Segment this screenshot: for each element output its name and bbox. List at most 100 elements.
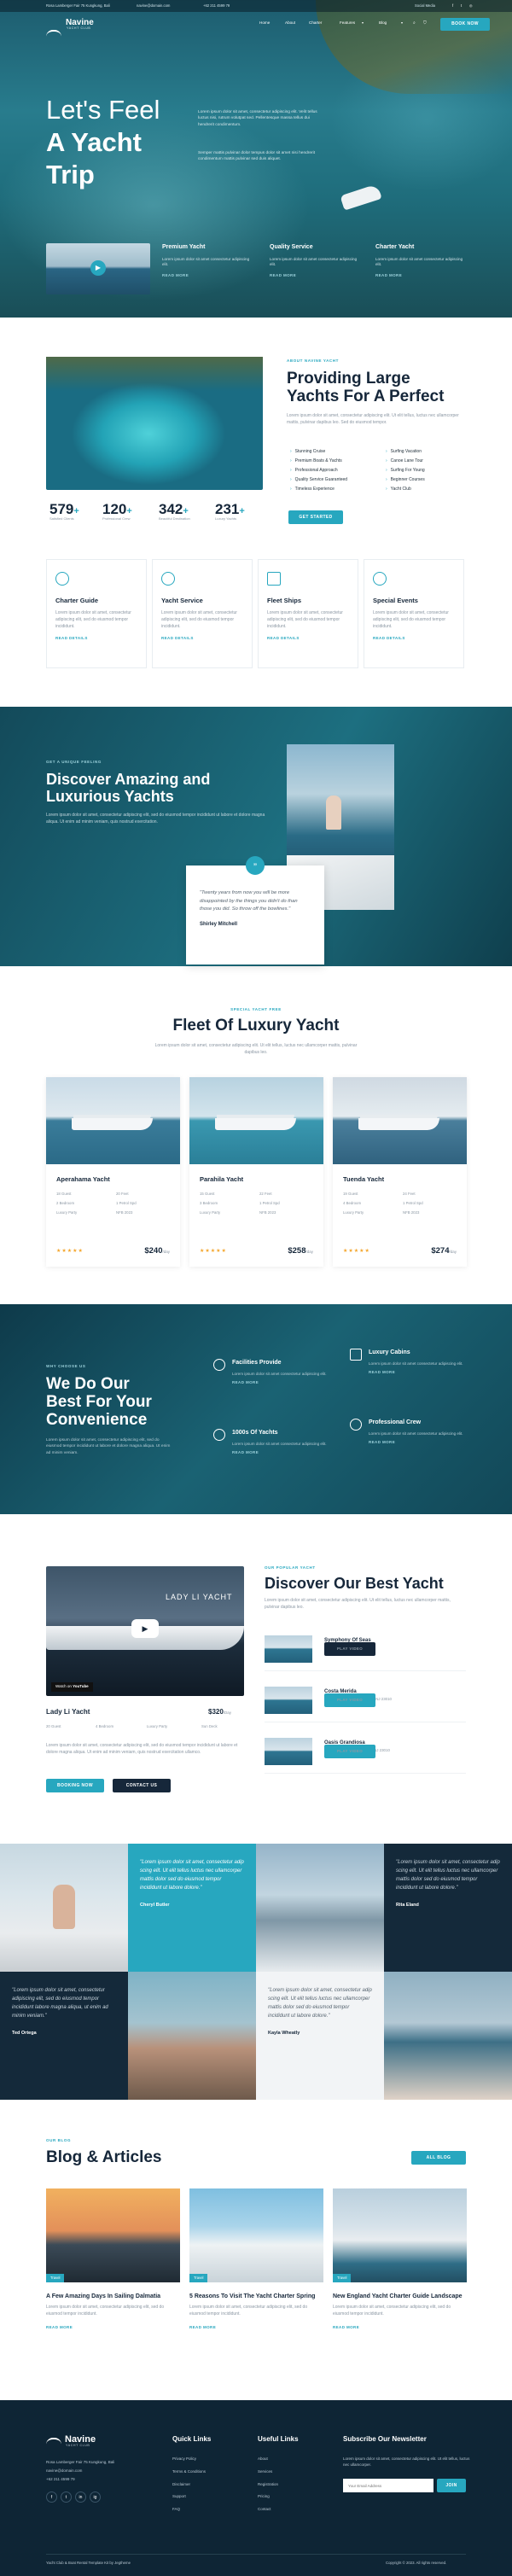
blog-post[interactable]: Travel New England Yacht Charter Guide L…	[333, 2188, 467, 2331]
newsletter-email-input[interactable]	[343, 2479, 433, 2492]
spec-petrol: 1 Petrol Spd	[116, 1201, 137, 1205]
instagram-icon[interactable]: ig	[90, 2491, 101, 2503]
yacht-list-item: Costa Merida1211 Seaboard Rd, Northside,…	[265, 1681, 466, 1722]
convenience-item: Luxury Cabins Lorem ipsum dolor sit amet …	[350, 1349, 471, 1376]
yacht-name[interactable]: Parahila Yacht	[200, 1174, 243, 1184]
book-now-button[interactable]: BOOK NOW	[440, 18, 490, 31]
twitter-icon[interactable]: t	[61, 2491, 72, 2503]
footer-email[interactable]: navine@domain.com	[46, 2468, 82, 2474]
get-started-button[interactable]: GET STARTED	[288, 510, 343, 524]
nav-features[interactable]: Features	[340, 20, 355, 26]
instagram-icon[interactable]: ◎	[469, 3, 473, 9]
yacht-thumb	[265, 1687, 312, 1714]
yacht-card[interactable]: Parahila Yacht 15 Guest 3 Bedroom Luxury…	[189, 1077, 323, 1267]
post-title[interactable]: New England Yacht Charter Guide Landscap…	[333, 2293, 467, 2300]
counter-crew: 120+ Professional Crew	[102, 501, 132, 521]
yacht-card[interactable]: Aperahama Yacht 18 Guest 2 Bedroom Luxur…	[46, 1077, 180, 1267]
counter-destination: 342+ Beautiful Destination	[159, 501, 190, 521]
quote-card: ” "Twenty years from now you will be mor…	[186, 856, 324, 965]
post-image[interactable]: Travel	[46, 2188, 180, 2282]
check-icon: ›	[386, 477, 387, 482]
nav-charter[interactable]: Charter	[309, 20, 322, 26]
contact-us-button[interactable]: CONTACT US	[113, 1779, 171, 1792]
footer-link[interactable]: FAQ	[172, 2507, 211, 2513]
play-icon[interactable]: ▶	[90, 260, 106, 276]
nav-blog[interactable]: Blog	[379, 20, 387, 26]
footer-link[interactable]: Disclaimer	[172, 2482, 211, 2488]
hero-video-thumb[interactable]: ▶	[46, 243, 150, 294]
cart-icon[interactable]: ⛉	[423, 20, 427, 27]
read-details-link[interactable]: READ DETAILS	[161, 636, 243, 642]
read-more-link[interactable]: READ MORE	[46, 2325, 180, 2331]
check-icon: ›	[290, 477, 292, 482]
spec-guest: 15 Guest	[200, 1192, 215, 1196]
read-more-link[interactable]: READ MORE	[189, 2325, 323, 2331]
read-details-link[interactable]: READ DETAILS	[373, 636, 455, 642]
all-blog-button[interactable]: ALL BLOG	[411, 2151, 466, 2165]
read-details-link[interactable]: READ DETAILS	[267, 636, 349, 642]
play-icon[interactable]: ▶	[131, 1619, 159, 1638]
footer-phone[interactable]: +62 211 4599 79	[46, 2477, 75, 2483]
best-yacht-video[interactable]: LADY LI YACHT ▶ Watch on YouTube	[46, 1566, 244, 1696]
yacht-card[interactable]: Tuenda Yacht 19 Guest 4 Bedroom Luxury P…	[333, 1077, 467, 1267]
fleet-eyebrow: SPECIAL YACHT FREE	[230, 1007, 282, 1011]
spec-party: Luxury Party	[56, 1210, 78, 1215]
check-item: › Timeless Experience	[290, 487, 335, 492]
check-icon: ›	[290, 468, 292, 473]
nav-about[interactable]: About	[285, 20, 295, 26]
blog-post[interactable]: Travel A Few Amazing Days In Sailing Dal…	[46, 2188, 180, 2331]
footer-link[interactable]: Pricing	[258, 2494, 299, 2500]
testimonial-card: "Lorem ipsum dolor sit amet, consectetur…	[256, 1972, 384, 2100]
post-image[interactable]: Travel	[189, 2188, 323, 2282]
nav-home[interactable]: Home	[259, 20, 270, 26]
footer-link[interactable]: Registration	[258, 2482, 299, 2488]
facebook-icon[interactable]: f	[46, 2491, 57, 2503]
footer-link[interactable]: Support	[172, 2494, 211, 2500]
twitter-icon[interactable]: t	[461, 3, 462, 9]
yacht-name[interactable]: Tuenda Yacht	[343, 1174, 384, 1184]
yacht-price: $240/day	[144, 1246, 170, 1256]
yacht-name[interactable]: Aperahama Yacht	[56, 1174, 110, 1184]
booking-now-button[interactable]: BOOKING NOW	[46, 1779, 104, 1792]
footer-link[interactable]: Services	[258, 2469, 299, 2475]
hero-text-2: Semper mattis pulvinar dolor tempus dolo…	[198, 151, 316, 162]
facebook-icon[interactable]: f	[452, 3, 453, 9]
footer-copyright: Copyright © 2023. All rights reserved.	[386, 2561, 447, 2565]
play-video-button[interactable]: PLAY VIDEO	[324, 1745, 375, 1758]
about-title-2: Yachts For A Perfect	[287, 388, 445, 405]
footer-link[interactable]: Contact	[258, 2507, 299, 2513]
check-item: › Professional Approach	[290, 468, 338, 473]
feature-title: Charter Yacht	[375, 244, 415, 250]
read-more-link[interactable]: READ MORE	[162, 273, 256, 279]
spec-guest: 18 Guest	[56, 1192, 72, 1196]
spec-year: NFB 2023	[403, 1210, 420, 1215]
spec-bedroom: 3 Bedroom	[200, 1201, 218, 1205]
main-yacht-name: Lady Li Yacht	[46, 1708, 90, 1716]
play-video-button[interactable]: PLAY VIDEO	[324, 1693, 375, 1707]
check-item: › Stunning Cruise	[290, 449, 326, 454]
search-icon[interactable]: ⌕	[413, 20, 416, 27]
read-more-link[interactable]: READ MORE	[375, 273, 469, 279]
join-button[interactable]: JOIN	[437, 2479, 466, 2492]
read-more-link[interactable]: READ MORE	[333, 2325, 467, 2331]
post-image[interactable]: Travel	[333, 2188, 467, 2282]
check-icon: ›	[386, 458, 387, 463]
blog-post[interactable]: Travel 5 Reasons To Visit The Yacht Char…	[189, 2188, 323, 2331]
post-title[interactable]: A Few Amazing Days In Sailing Dalmatia	[46, 2293, 180, 2300]
footer-link[interactable]: About	[258, 2457, 299, 2462]
youtube-badge[interactable]: Watch on YouTube	[51, 1682, 93, 1692]
read-more-link[interactable]: READ MORE	[270, 273, 364, 279]
play-video-button[interactable]: PLAY VIDEO	[324, 1642, 375, 1656]
footer-link[interactable]: Terms & Conditions	[172, 2469, 211, 2475]
read-details-link[interactable]: READ DETAILS	[55, 636, 137, 642]
service-card: Fleet Ships Lorem ipsum dolor sit amet, …	[258, 559, 358, 668]
yacht-image	[189, 1077, 323, 1164]
service-card: Special Events Lorem ipsum dolor sit ame…	[364, 559, 464, 668]
topbar-email[interactable]: navine@domain.com	[137, 3, 170, 9]
topbar-phone[interactable]: +62 211 4599 79	[203, 3, 230, 9]
post-title[interactable]: 5 Reasons To Visit The Yacht Charter Spr…	[189, 2293, 323, 2300]
linkedin-icon[interactable]: in	[75, 2491, 86, 2503]
check-icon: ›	[290, 487, 292, 492]
anchor-icon	[213, 1359, 225, 1371]
footer-link[interactable]: Privacy Policy	[172, 2457, 211, 2462]
